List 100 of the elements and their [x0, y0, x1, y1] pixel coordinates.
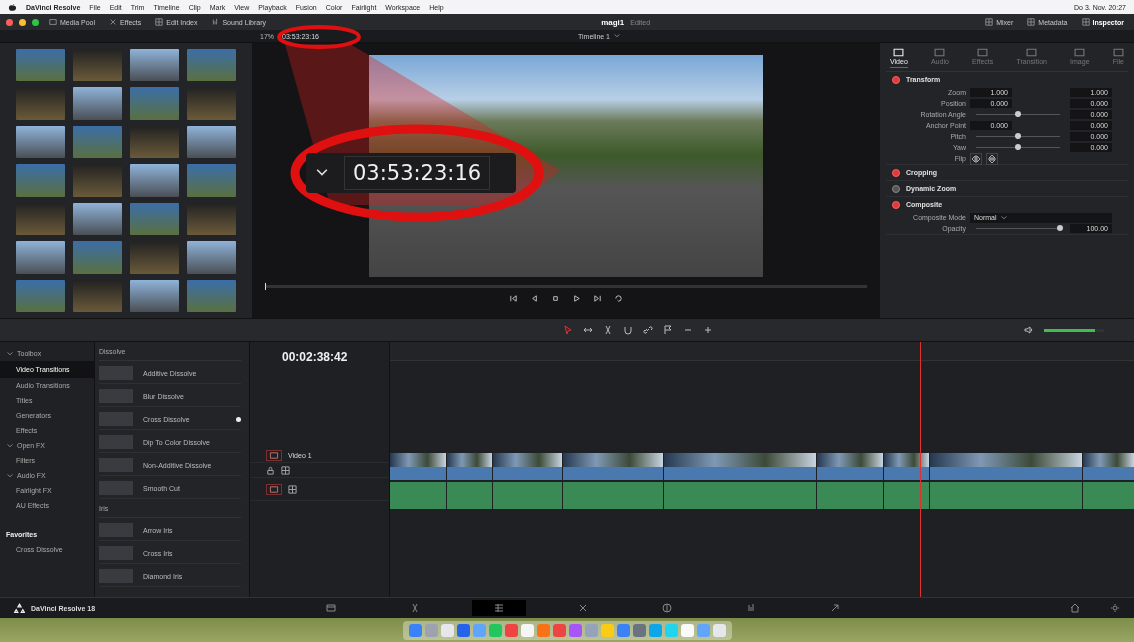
audio-clip[interactable]	[930, 482, 1083, 509]
clip-thumbnail[interactable]	[130, 241, 179, 274]
minimize-button[interactable]	[19, 18, 26, 26]
flag-icon[interactable]	[663, 325, 673, 335]
section-toggle[interactable]	[892, 184, 900, 193]
clip-thumbnail[interactable]	[73, 241, 122, 274]
app-icon[interactable]	[568, 623, 582, 637]
video-clip[interactable]	[390, 453, 446, 480]
clip-thumbnail[interactable]	[130, 164, 179, 197]
link-icon[interactable]	[643, 325, 653, 335]
audio-clip[interactable]	[446, 482, 493, 509]
video-clip[interactable]	[663, 453, 816, 480]
close-button[interactable]	[6, 18, 13, 26]
app-icon[interactable]	[616, 623, 630, 637]
video-clip[interactable]	[563, 453, 663, 480]
video-clip[interactable]	[930, 453, 1083, 480]
clip-thumbnail[interactable]	[16, 202, 65, 236]
stop-icon[interactable]	[551, 294, 560, 303]
section-toggle[interactable]	[892, 168, 900, 177]
clip-thumbnail[interactable]	[130, 202, 179, 236]
app-icon[interactable]	[440, 623, 454, 637]
clip-thumbnail[interactable]	[16, 87, 65, 120]
app-icon[interactable]	[632, 623, 646, 637]
audio-clip[interactable]	[883, 482, 930, 509]
clip-thumbnail[interactable]	[187, 125, 236, 159]
app-icon[interactable]	[552, 623, 566, 637]
clip-thumbnail[interactable]	[73, 49, 122, 82]
audio-clip[interactable]	[493, 482, 563, 509]
clip-thumbnail[interactable]	[73, 202, 122, 236]
clip-thumbnail[interactable]	[130, 87, 179, 120]
timeline-timecode: 00:02:38:42	[281, 349, 349, 366]
app-icon[interactable]	[456, 623, 470, 637]
reverse-play-icon[interactable]	[530, 294, 539, 303]
clip-thumbnail[interactable]	[16, 279, 65, 312]
section-toggle[interactable]	[892, 75, 900, 84]
flip-horizontal-icon[interactable]	[970, 152, 982, 165]
trim-tool-icon[interactable]	[583, 325, 593, 335]
video-clip[interactable]	[493, 453, 563, 480]
zoom-in-icon[interactable]	[703, 325, 713, 335]
slider-thumb[interactable]	[1015, 111, 1021, 117]
clip-thumbnail[interactable]	[16, 125, 65, 159]
clip-thumbnail[interactable]	[73, 87, 122, 120]
apple-icon[interactable]	[8, 2, 17, 12]
audio-clip[interactable]	[390, 482, 446, 509]
app-icon[interactable]	[520, 623, 534, 637]
app-icon[interactable]	[408, 623, 422, 637]
video-track-icon[interactable]	[281, 465, 290, 475]
audio-clip[interactable]	[663, 482, 816, 509]
app-icon[interactable]	[504, 623, 518, 637]
zoom-button[interactable]	[32, 18, 39, 26]
video-clip[interactable]	[883, 453, 930, 480]
page-glyph-icon	[829, 603, 840, 613]
clip-thumbnail[interactable]	[130, 279, 179, 312]
transition-icon	[99, 458, 133, 472]
slider-thumb[interactable]	[1057, 225, 1063, 231]
clip-thumbnail[interactable]	[187, 241, 236, 274]
clip-thumbnail[interactable]	[16, 49, 65, 82]
skip-back-icon[interactable]	[509, 294, 518, 303]
skip-forward-icon[interactable]	[593, 294, 602, 303]
section-toggle[interactable]	[892, 200, 900, 209]
app-icon[interactable]	[712, 623, 726, 637]
slider-thumb[interactable]	[1015, 133, 1021, 139]
settings-icon[interactable]	[1110, 603, 1120, 613]
clip-thumbnail[interactable]	[16, 241, 65, 274]
app-icon[interactable]	[680, 623, 694, 637]
track-label-icon[interactable]	[266, 449, 282, 461]
chevron-down-icon	[6, 349, 14, 358]
slider-thumb[interactable]	[1015, 144, 1021, 150]
tab-icon	[977, 47, 989, 58]
clip-thumbnail[interactable]	[187, 279, 236, 312]
clip-thumbnail[interactable]	[187, 164, 236, 197]
volume-level[interactable]	[1044, 328, 1095, 332]
lock-icon[interactable]	[266, 465, 275, 475]
video-clip[interactable]	[1083, 453, 1134, 480]
clip-thumbnail[interactable]	[187, 202, 236, 236]
play-icon[interactable]	[572, 294, 581, 303]
clip-thumbnail[interactable]	[187, 87, 236, 120]
clip-thumbnail[interactable]	[130, 125, 179, 159]
track-label-icon[interactable]	[266, 483, 282, 495]
audio-track-icon[interactable]	[288, 484, 297, 494]
video-clip[interactable]	[816, 453, 883, 480]
blade-tool-icon[interactable]	[603, 325, 613, 335]
pointer-tool-icon[interactable]	[563, 325, 573, 335]
magnet-icon[interactable]	[623, 325, 633, 335]
flip-vertical-icon[interactable]	[986, 152, 998, 165]
home-icon[interactable]	[1070, 603, 1080, 613]
speaker-icon[interactable]	[1024, 325, 1034, 335]
clip-thumbnail[interactable]	[130, 49, 179, 82]
audio-clip[interactable]	[1083, 482, 1134, 509]
video-clip[interactable]	[446, 453, 493, 480]
audio-clip[interactable]	[816, 482, 883, 509]
clip-thumbnail[interactable]	[73, 125, 122, 159]
tab-icon	[1026, 47, 1038, 58]
clip-thumbnail[interactable]	[187, 49, 236, 82]
audio-clip[interactable]	[563, 482, 663, 509]
clip-thumbnail[interactable]	[73, 279, 122, 312]
loop-icon[interactable]	[614, 294, 623, 303]
clip-thumbnail[interactable]	[73, 164, 122, 197]
edit-page-icon[interactable]	[471, 600, 526, 616]
clip-thumbnail[interactable]	[16, 164, 65, 197]
